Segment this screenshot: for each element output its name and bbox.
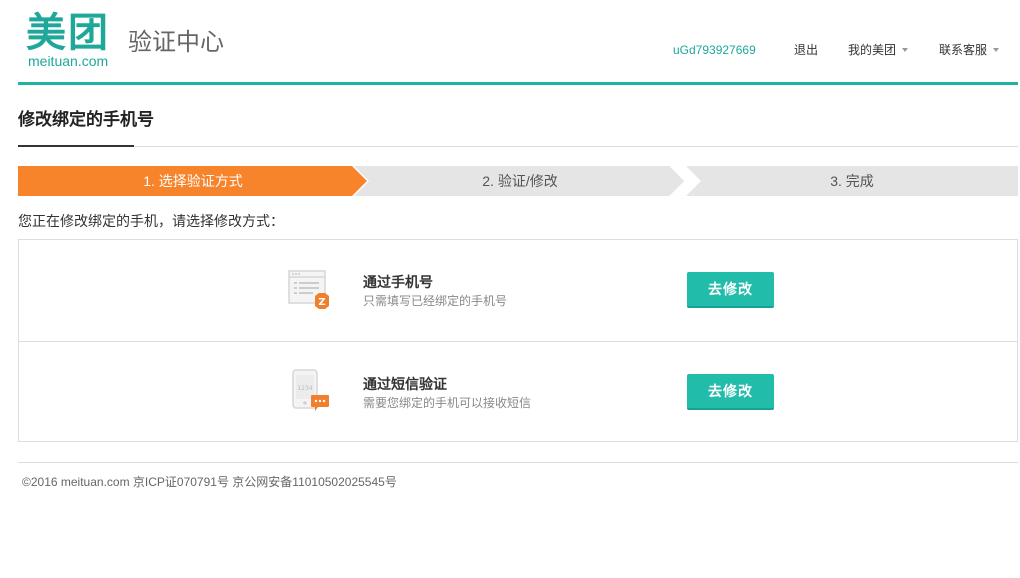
phone-form-icon: Z <box>288 270 329 309</box>
chevron-down-icon <box>993 47 1000 52</box>
step-2: 2. 验证/修改 <box>354 166 686 196</box>
modify-via-phone-button[interactable]: 去修改 <box>687 272 774 308</box>
option-sms-desc: 需要您绑定的手机可以接收短信 <box>363 396 532 410</box>
header: 美团 meituan.com 验证中心 uGd793927669 退出 我的美团… <box>0 0 1020 86</box>
customer-service-label: 联系客服 <box>939 43 988 57</box>
customer-service-menu[interactable]: 联系客服 <box>939 41 1000 59</box>
footer-copyright: ©2016 meituan.com 京ICP证070791号 京公网安备1101… <box>22 475 397 489</box>
logout-link[interactable]: 退出 <box>794 41 818 59</box>
username-link[interactable]: uGd793927669 <box>673 41 756 59</box>
meituan-logo[interactable]: 美团 meituan.com <box>26 10 126 72</box>
option-sms-title: 通过短信验证 <box>363 376 447 392</box>
my-meituan-menu[interactable]: 我的美团 <box>848 41 909 59</box>
progress-steps: 1. 选择验证方式 2. 验证/修改 3. 完成 <box>18 166 1018 196</box>
verification-center-title: 验证中心 <box>128 28 224 56</box>
title-underline <box>18 145 134 147</box>
step-1: 1. 选择验证方式 <box>18 166 368 196</box>
chevron-down-icon <box>902 47 909 52</box>
svg-text:1234: 1234 <box>297 385 312 392</box>
header-divider <box>18 82 1018 85</box>
step-1-label: 1. 选择验证方式 <box>143 173 243 189</box>
verification-options: Z 通过手机号 只需填写已经绑定的手机号 去修改 1234 通过短信验证 需要您… <box>18 239 1018 442</box>
step-2-label: 2. 验证/修改 <box>482 173 558 189</box>
sms-phone-icon: 1234 <box>292 369 329 411</box>
step-3-label: 3. 完成 <box>830 173 874 189</box>
title-divider <box>18 146 1018 147</box>
svg-text:Z: Z <box>318 297 325 308</box>
intro-text: 您正在修改绑定的手机，请选择修改方式： <box>18 213 284 229</box>
option-phone-desc: 只需填写已经绑定的手机号 <box>363 294 508 308</box>
option-phone-title: 通过手机号 <box>363 274 433 290</box>
footer-divider <box>18 462 1018 463</box>
modify-via-sms-button[interactable]: 去修改 <box>687 374 774 410</box>
step-3: 3. 完成 <box>686 166 1018 196</box>
option-sms: 1234 通过短信验证 需要您绑定的手机可以接收短信 去修改 <box>19 341 1017 442</box>
option-phone: Z 通过手机号 只需填写已经绑定的手机号 去修改 <box>19 240 1017 340</box>
my-meituan-label: 我的美团 <box>848 43 897 57</box>
logo-en-text: meituan.com <box>28 53 109 69</box>
logo-cn-text: 美团 <box>26 10 110 56</box>
page-title: 修改绑定的手机号 <box>18 110 154 130</box>
